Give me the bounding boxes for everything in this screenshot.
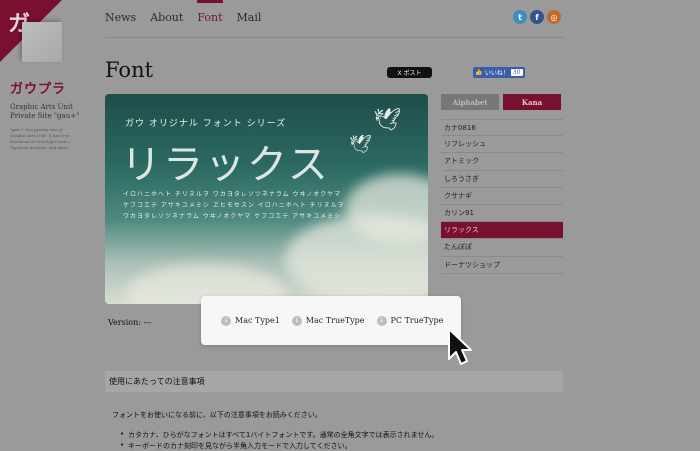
font-list-item[interactable]: たんぽぽ [441, 239, 563, 257]
header-divider [105, 37, 564, 38]
mouse-cursor-icon [448, 328, 472, 365]
font-list-item[interactable]: ドーナツショップ [441, 257, 563, 274]
download-label: PC TrueType [390, 316, 444, 325]
facebook-like-button[interactable]: 👍 いいね！ 30 [473, 67, 525, 78]
notes-item: カタカナ、ひらがなフォントはすべて1バイトフォントです。通常の全角文字では表示さ… [120, 430, 438, 441]
font-preview-image: 🕊 🕊 ガウ オリジナル フォント シリーズ リラックス イロハニホヘト チリヌ… [105, 94, 428, 304]
notes-intro: フォントをお使いになる前に、以下の注意事項をお読みください。 [112, 411, 322, 419]
download-popup: ↓ Mac Type1 ↓ Mac TrueType ↓ PC TrueType [201, 296, 461, 345]
download-label: Mac Type1 [235, 316, 280, 325]
font-list-item[interactable]: しろうさぎ [441, 171, 563, 188]
brand-subtitle-1: Graphic Arts Unit [10, 103, 73, 111]
download-label: Mac TrueType [305, 316, 365, 325]
notes-item: キーボードのカナ刻印を見ながら半角入力モードで入力してください。 [120, 441, 438, 451]
hero-sample-line: ケフコエテ アサキユメミシ ヱヒモセスン イロハニホヘト チリヌルヲ [123, 202, 345, 209]
font-list-item[interactable]: カリン91 [441, 205, 563, 223]
brand-block: ガウプラ Graphic Arts Unit Private Site "gau… [10, 78, 90, 151]
tab-kana[interactable]: Kana [503, 94, 561, 110]
bird-icon: 🕊 [373, 108, 401, 133]
hero-series-text: ガウ オリジナル フォント シリーズ [125, 119, 287, 129]
font-list-item[interactable]: カナ0816 [441, 119, 563, 137]
font-list-item[interactable]: クサナギ [441, 188, 563, 205]
bird-icon: 🕊 [349, 134, 372, 155]
font-list-item[interactable]: リフレッシュ [441, 136, 563, 154]
corner-logo[interactable]: ガ [0, 0, 62, 62]
version-text: Version: --- [108, 318, 152, 327]
like-label: いいね！ [484, 70, 509, 77]
download-mac-type1[interactable]: ↓ Mac Type1 [221, 315, 280, 326]
nav-news[interactable]: News [105, 11, 136, 24]
x-post-button[interactable]: X ポスト [387, 67, 432, 78]
page-curl [22, 22, 62, 62]
nav-about[interactable]: About [150, 11, 183, 24]
download-icon: ↓ [376, 315, 387, 326]
hero-sample-line: ワカヨタレソツネナラム ウヰノオクヤマ ケフコエテ アサキユメミシ [123, 213, 342, 220]
brand-blurb: "gau+" is a private site of Graphic Arts… [10, 127, 72, 150]
social-links: t f ◎ [513, 10, 561, 24]
font-category-tabs: Alphabet Kana [441, 94, 561, 110]
notes-heading: 使用にあたっての注意事項 [105, 371, 563, 392]
font-list: カナ0816 リフレッシュ アトミック しろうさぎ クサナギ カリン91 リラッ… [441, 119, 563, 274]
like-count: 30 [510, 69, 523, 76]
hero-font-title: リラックス [121, 142, 330, 188]
rss-icon[interactable]: ◎ [547, 10, 561, 24]
nav-mail[interactable]: Mail [237, 11, 262, 24]
twitter-icon[interactable]: t [513, 10, 527, 24]
font-list-item-selected[interactable]: リラックス [441, 222, 563, 240]
tab-alphabet[interactable]: Alphabet [441, 94, 499, 110]
notes-list: カタカナ、ひらがなフォントはすべて1バイトフォントです。通常の全角文字では表示さ… [120, 430, 438, 451]
download-mac-truetype[interactable]: ↓ Mac TrueType [291, 315, 365, 326]
hero-sample-line: イロハニホヘト チリヌルヲ ワカヨタレソツネナラム ウヰノオクヤマ [123, 191, 342, 198]
download-pc-truetype[interactable]: ↓ PC TrueType [376, 315, 444, 326]
facebook-icon[interactable]: f [530, 10, 544, 24]
brand-subtitle-2: Private Site "gau+" [10, 112, 80, 120]
download-icon: ↓ [221, 315, 231, 326]
page-title: Font [105, 58, 154, 82]
main-nav: News About Font Mail [105, 0, 262, 24]
thumbs-up-icon: 👍 [475, 69, 483, 76]
brand-logo[interactable]: ガウプラ [10, 78, 90, 97]
nav-font[interactable]: Font [197, 0, 223, 24]
font-list-item[interactable]: アトミック [441, 153, 563, 171]
download-icon: ↓ [291, 315, 302, 326]
